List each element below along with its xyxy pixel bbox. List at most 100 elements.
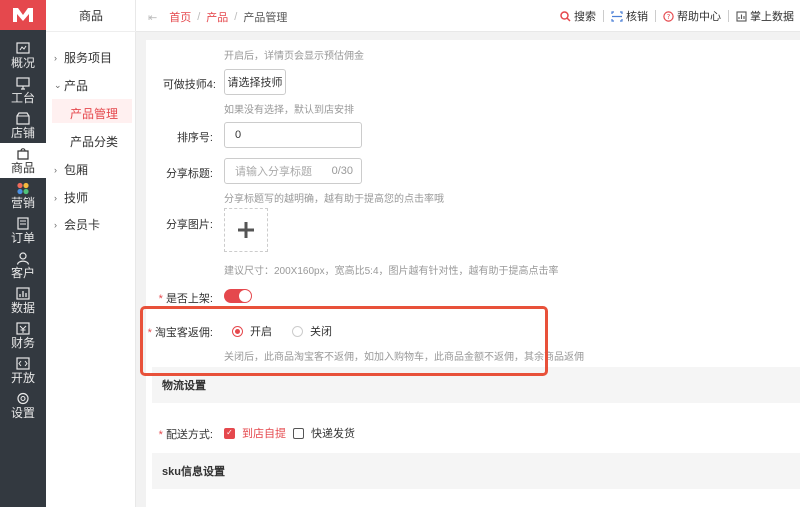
open-icon <box>16 356 30 370</box>
verify-button[interactable]: 核销 <box>611 8 648 24</box>
rail-label: 工台 <box>10 90 35 105</box>
breadcrumb-home[interactable]: 首页 <box>169 9 191 25</box>
rail-label: 店铺 <box>10 125 35 140</box>
sub-nav-title: 商品 <box>46 0 136 32</box>
divider <box>603 10 604 22</box>
sort-label: 排序号: <box>176 132 213 144</box>
chevron-right-icon: › <box>54 164 57 175</box>
rail-label: 营销 <box>10 195 35 210</box>
search-label: 搜索 <box>574 11 596 23</box>
overview-icon <box>16 41 30 54</box>
rail-label: 订单 <box>10 230 35 245</box>
divider <box>728 10 729 22</box>
rail-item-orders[interactable]: 订单 <box>0 213 46 248</box>
verify-label: 核销 <box>626 11 648 23</box>
help-center-label: 帮助中心 <box>677 11 721 23</box>
breadcrumb-product[interactable]: 产品 <box>206 9 228 25</box>
rail-item-products[interactable]: 商品 <box>0 143 46 178</box>
share-title-input[interactable]: 请输入分享标题 0/30 <box>224 158 362 184</box>
mobile-data-icon <box>736 10 747 22</box>
checkbox-icon <box>293 427 304 439</box>
rail-label: 设置 <box>10 405 35 420</box>
rail-label: 商品 <box>10 160 35 175</box>
delivery-option-pickup[interactable]: ✓ 到店自提 <box>224 425 286 441</box>
share-image-label: 分享图片: <box>165 219 213 231</box>
sub-nav-item-product-management[interactable]: 产品管理 <box>70 105 118 122</box>
share-title-hint: 分享标题写的越明确，越有助于提高您的点击率哦 <box>224 194 444 205</box>
sub-nav-label: 服务项目 <box>64 51 113 65</box>
mobile-data-label: 掌上数据 <box>750 11 794 23</box>
pickup-label: 到店自提 <box>242 428 286 440</box>
rail-item-customers[interactable]: 客户 <box>0 248 46 283</box>
choose-technician-button[interactable]: 请选择技师 <box>224 69 286 95</box>
share-title-placeholder: 请输入分享标题 <box>235 166 312 178</box>
order-icon <box>17 216 29 230</box>
delivery-option-express[interactable]: 快递发货 <box>293 425 355 441</box>
settings-icon <box>17 392 29 404</box>
rail-item-workbench[interactable]: 工台 <box>0 73 46 108</box>
rail-item-overview[interactable]: 概况 <box>0 38 46 73</box>
app-logo[interactable] <box>0 0 46 30</box>
search-button[interactable]: 搜索 <box>560 8 596 24</box>
on-shelf-label-text: 是否上架: <box>165 293 213 305</box>
mobile-data-button[interactable]: 掌上数据 <box>736 8 794 24</box>
logo-icon <box>13 8 33 22</box>
on-shelf-label: * 是否上架: <box>158 293 213 305</box>
share-title-counter: 0/30 <box>331 165 353 177</box>
chevron-right-icon: › <box>54 52 57 63</box>
rail-item-data[interactable]: 数据 <box>0 283 46 318</box>
express-label: 快递发货 <box>311 428 355 440</box>
tech4-label: 可做技师4: <box>162 79 216 91</box>
on-shelf-toggle[interactable] <box>224 289 252 303</box>
sub-nav-item-product[interactable]: ⌄ 产品 <box>54 77 88 94</box>
highlight-annotation <box>140 306 548 376</box>
sub-nav-item-product-category[interactable]: 产品分类 <box>70 133 118 150</box>
rail-item-store[interactable]: 店铺 <box>0 108 46 143</box>
rail-item-settings[interactable]: 设置 <box>0 388 46 423</box>
chevron-right-icon: › <box>54 192 57 203</box>
sub-nav-label: 会员卡 <box>64 218 101 232</box>
delivery-label: * 配送方式: <box>158 429 213 441</box>
collapse-menu-icon[interactable]: ⇤ <box>148 11 157 24</box>
customer-icon <box>16 251 30 265</box>
rail-label: 客户 <box>10 265 35 280</box>
breadcrumb-separator: / <box>234 11 238 23</box>
top-actions: 搜索 核销 ? 帮助中心 掌上数据 <box>560 8 794 24</box>
sub-nav-label: 产品管理 <box>70 107 119 121</box>
share-image-upload[interactable] <box>224 208 268 252</box>
sub-nav-item-services[interactable]: › 服务项目 <box>54 49 112 66</box>
rail-item-open[interactable]: 开放 <box>0 353 46 388</box>
sub-nav-item-technicians[interactable]: › 技师 <box>54 189 88 206</box>
sub-nav-label: 技师 <box>64 191 89 205</box>
sort-number-input[interactable]: 0 <box>224 122 362 148</box>
help-icon: ? <box>663 10 674 22</box>
sub-nav-label: 产品 <box>64 79 89 93</box>
rail-item-finance[interactable]: 财务 <box>0 318 46 353</box>
breadcrumb-current: 产品管理 <box>243 12 288 24</box>
help-center-button[interactable]: ? 帮助中心 <box>663 8 721 24</box>
store-icon <box>16 111 30 125</box>
sort-number-value: 0 <box>235 129 242 141</box>
sub-nav-item-member-card[interactable]: › 会员卡 <box>54 216 100 233</box>
chevron-down-icon: ⌄ <box>54 80 62 90</box>
rail-label: 数据 <box>10 300 35 315</box>
monitor-icon <box>16 76 30 90</box>
sub-nav-item-rooms[interactable]: › 包厢 <box>54 161 88 178</box>
rail-item-marketing[interactable]: 营销 <box>0 178 46 213</box>
rail-label: 概况 <box>10 55 35 70</box>
tech4-hint: 如果没有选择，默认到店安排 <box>224 105 354 116</box>
plus-icon <box>238 222 254 238</box>
top-bar: ⇤ 首页 / 产品 / 产品管理 搜索 核销 ? 帮助中心 掌上数据 <box>136 0 800 32</box>
share-title-label: 分享标题: <box>165 168 213 180</box>
product-form: 开启后，详情页会显示预估佣金 可做技师4: 请选择技师 如果没有选择，默认到店安… <box>146 40 800 507</box>
scan-icon <box>611 10 623 22</box>
breadcrumb-separator: / <box>197 11 201 23</box>
data-icon <box>16 286 30 300</box>
bag-icon <box>17 147 29 160</box>
finance-icon <box>16 321 30 335</box>
rail-label: 开放 <box>10 370 35 385</box>
share-image-hint: 建议尺寸：200X160px，宽高比5:4，图片越有针对性，越有助于提高点击率 <box>224 266 559 277</box>
chevron-right-icon: › <box>54 219 57 230</box>
sub-nav-label: 包厢 <box>64 163 89 177</box>
rail-label: 财务 <box>10 335 35 350</box>
